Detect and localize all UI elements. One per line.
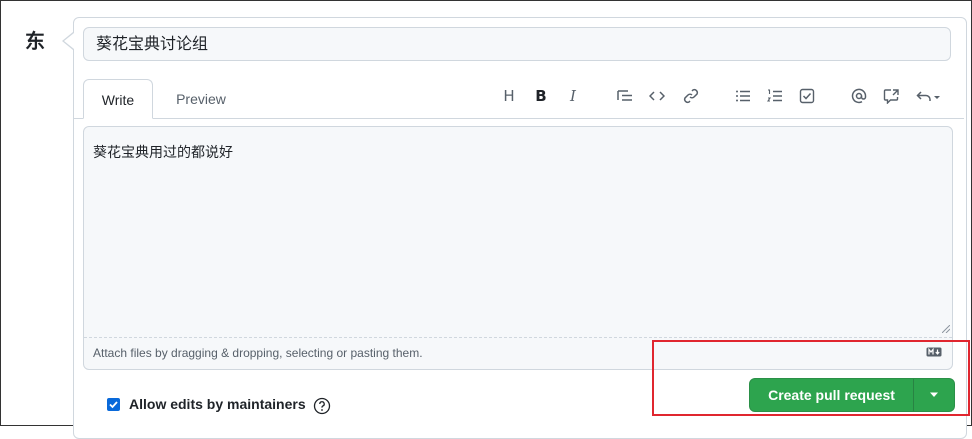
allow-edits-label[interactable]: Allow edits by maintainers — [129, 396, 306, 412]
reference-icon[interactable] — [880, 86, 902, 106]
annotation-highlight-box — [652, 340, 970, 416]
tab-preview[interactable]: Preview — [165, 79, 237, 119]
task-list-icon[interactable] — [796, 86, 818, 106]
code-icon[interactable] — [646, 86, 668, 106]
help-icon[interactable] — [313, 397, 331, 415]
unordered-list-icon[interactable] — [732, 86, 754, 106]
heading-icon[interactable]: H — [498, 86, 520, 106]
ordered-list-icon[interactable] — [764, 86, 786, 106]
author-avatar: 东 — [25, 29, 45, 53]
attach-files-hint[interactable]: Attach files by dragging & dropping, sel… — [93, 346, 423, 360]
bold-icon[interactable]: B — [530, 86, 552, 106]
resize-handle-icon[interactable] — [942, 325, 950, 333]
comment-caret-inner — [64, 33, 74, 49]
italic-icon[interactable]: I — [562, 86, 584, 106]
comment-body-textarea[interactable]: 葵花宝典用过的都说好 Attach files by dragging & dr… — [83, 126, 953, 370]
title-input[interactable]: 葵花宝典讨论组 — [83, 27, 951, 61]
attach-separator — [84, 337, 952, 338]
mention-icon[interactable] — [848, 86, 870, 106]
tab-write[interactable]: Write — [83, 79, 153, 119]
comment-body-text: 葵花宝典用过的都说好 — [93, 145, 233, 161]
link-icon[interactable] — [680, 86, 702, 106]
quote-icon[interactable] — [614, 86, 636, 106]
allow-edits-checkbox[interactable] — [107, 398, 120, 411]
reply-icon[interactable] — [914, 86, 944, 106]
